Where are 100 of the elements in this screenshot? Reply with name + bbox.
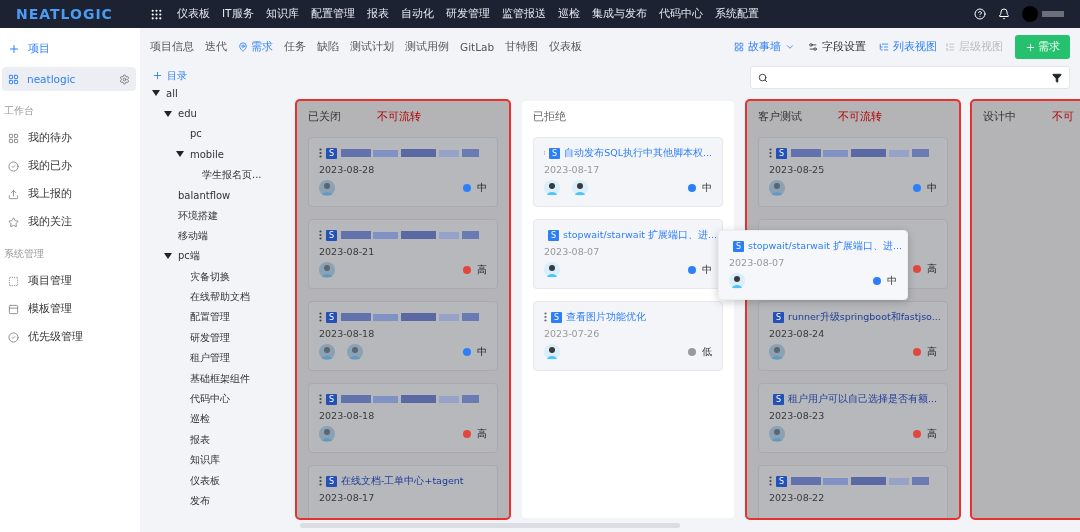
tree-node[interactable]: 灾备切换	[190, 269, 230, 284]
priority-label: 中	[702, 181, 712, 195]
card-date: 2023-08-18	[319, 410, 375, 421]
tree-node[interactable]: mobile	[190, 148, 224, 160]
nav-menu-item[interactable]: 代码中心	[658, 7, 703, 21]
tree-node[interactable]: 学生报名页...	[202, 167, 262, 182]
tab[interactable]: 仪表板	[549, 40, 583, 54]
square-icon	[8, 275, 19, 287]
story-card[interactable]: S 自动发布SQL执行中其他脚本权... 2023-08-17 中	[533, 137, 723, 207]
tree-node[interactable]: all	[166, 87, 178, 99]
view-dropdown[interactable]: 故事墙	[734, 40, 795, 54]
field-settings-button[interactable]: 字段设置	[808, 40, 866, 54]
nav-menu-item[interactable]: 仪表板	[177, 7, 210, 21]
tree-node[interactable]: 仪表板	[190, 473, 220, 488]
caret-icon[interactable]	[152, 90, 160, 97]
tree-node[interactable]: 代码中心	[190, 392, 230, 407]
tab[interactable]: 项目信息	[150, 40, 194, 54]
card-title[interactable]: 自动发布SQL执行中其他脚本权...	[564, 146, 712, 160]
tab[interactable]: 需求	[238, 40, 273, 54]
notification-icon[interactable]	[998, 8, 1010, 20]
help-icon[interactable]	[974, 8, 986, 20]
story-type-badge: S	[548, 229, 559, 241]
sidebar-item[interactable]: 模板管理	[28, 302, 72, 316]
tree-node[interactable]: 在线帮助文档	[190, 290, 250, 305]
sidebar-item[interactable]: 我的关注	[28, 215, 72, 229]
card-title[interactable]: stopwait/starwait 扩展端口、进...	[563, 228, 718, 242]
nav-menu-item[interactable]: 知识库	[265, 7, 299, 21]
list-view-button[interactable]: 列表视图	[879, 40, 937, 54]
nav-menu-item[interactable]: 配置管理	[310, 7, 355, 21]
card-title[interactable]: stopwait/starwait 扩展端口、进...	[748, 239, 903, 253]
tree-node[interactable]: pc端	[178, 249, 200, 264]
tab[interactable]: 迭代	[205, 40, 227, 54]
tree-node[interactable]: 配置管理	[190, 310, 230, 325]
nav-menu-item[interactable]: 监管报送	[501, 7, 546, 21]
story-type-badge: S	[551, 311, 562, 323]
tree-node[interactable]: 研发管理	[190, 330, 230, 345]
search-field[interactable]	[750, 66, 1070, 89]
nav-menu-item[interactable]: 研发管理	[445, 7, 490, 21]
tree-node[interactable]: 报表	[190, 432, 210, 447]
add-folder-link[interactable]: 目录	[167, 68, 187, 83]
group-title: 系统管理	[3, 247, 45, 261]
tree-node[interactable]: 租户管理	[190, 351, 230, 366]
caret-icon[interactable]	[164, 110, 172, 117]
sidebar-item[interactable]: 我的已办	[28, 159, 72, 173]
sidebar-item[interactable]: 我上报的	[28, 187, 72, 201]
tree-node[interactable]: 移动端	[178, 228, 208, 243]
nav-menu-item[interactable]: 自动化	[400, 7, 434, 21]
check-circle-icon	[8, 331, 19, 343]
card-date: 2023-08-17	[544, 164, 600, 175]
tree-node[interactable]: 发布	[190, 494, 210, 508]
nav-menu-item[interactable]: 系统配置	[714, 7, 759, 21]
story-type-badge: S	[326, 147, 337, 159]
tab[interactable]: 测试用例	[405, 40, 449, 54]
drag-handle-icon[interactable]	[544, 312, 547, 322]
story-type-badge: S	[326, 311, 337, 323]
tree-node[interactable]: balantflow	[178, 189, 231, 201]
nav-menu-item[interactable]: 报表	[366, 7, 389, 21]
tab[interactable]: 任务	[284, 40, 306, 54]
tab[interactable]: 甘特图	[505, 40, 539, 54]
tree-node[interactable]: 基础框架组件	[190, 371, 250, 386]
tree-node[interactable]: 知识库	[190, 453, 220, 468]
story-card[interactable]: S 查看图片功能优化 2023-07-26 低	[533, 301, 723, 371]
nav-menu-item[interactable]: IT服务	[222, 7, 254, 21]
filter-icon[interactable]	[1052, 72, 1062, 83]
sidebar-item[interactable]: 项目管理	[28, 274, 72, 288]
tree-node[interactable]: 环境搭建	[178, 208, 218, 223]
avatar-icon	[729, 273, 745, 289]
card-date: 2023-08-28	[319, 164, 375, 175]
priority-label: 高	[477, 263, 487, 277]
tab[interactable]: 缺陷	[317, 40, 339, 54]
column-title: 已拒绝	[533, 108, 566, 124]
caret-icon[interactable]	[164, 253, 172, 260]
tab[interactable]: 测试计划	[350, 40, 394, 54]
nav-menu-item[interactable]: 集成与发布	[591, 7, 647, 21]
dragged-card-overlay[interactable]: S stopwait/starwait 扩展端口、进... 2023-08-07 中	[718, 230, 908, 300]
story-type-badge: S	[326, 393, 337, 405]
card-date: 2023-08-24	[769, 328, 825, 339]
tree-node[interactable]: 巡检	[190, 412, 210, 427]
card-date: 2023-08-07	[544, 246, 600, 257]
card-date: 2023-08-22	[769, 492, 825, 503]
card-title[interactable]: 查看图片功能优化	[566, 310, 646, 324]
column-title: 客户测试	[758, 108, 802, 124]
column-note: 不可	[1052, 108, 1074, 124]
tree-node[interactable]: pc	[190, 128, 202, 140]
add-icon[interactable]	[152, 70, 163, 81]
nav-menu-item[interactable]: 巡检	[557, 7, 580, 21]
add-icon[interactable]	[8, 42, 20, 55]
app-logo[interactable]: NEATLOGIC	[16, 6, 150, 22]
avatar-icon	[347, 344, 363, 360]
caret-icon[interactable]	[176, 151, 184, 158]
avatar-icon	[769, 180, 785, 196]
tab[interactable]: GitLab	[460, 41, 495, 53]
tree-node[interactable]: edu	[178, 108, 197, 120]
add-project-link[interactable]: 项目	[28, 41, 50, 56]
sidebar-item[interactable]: 优先级管理	[28, 330, 83, 344]
star-icon	[8, 216, 19, 228]
story-card[interactable]: S stopwait/starwait 扩展端口、进... 2023-08-07 中	[533, 219, 723, 289]
apps-grid-icon[interactable]	[150, 7, 163, 21]
sidebar-item[interactable]: 我的待办	[28, 131, 72, 145]
card-date: 2023-07-26	[544, 328, 600, 339]
